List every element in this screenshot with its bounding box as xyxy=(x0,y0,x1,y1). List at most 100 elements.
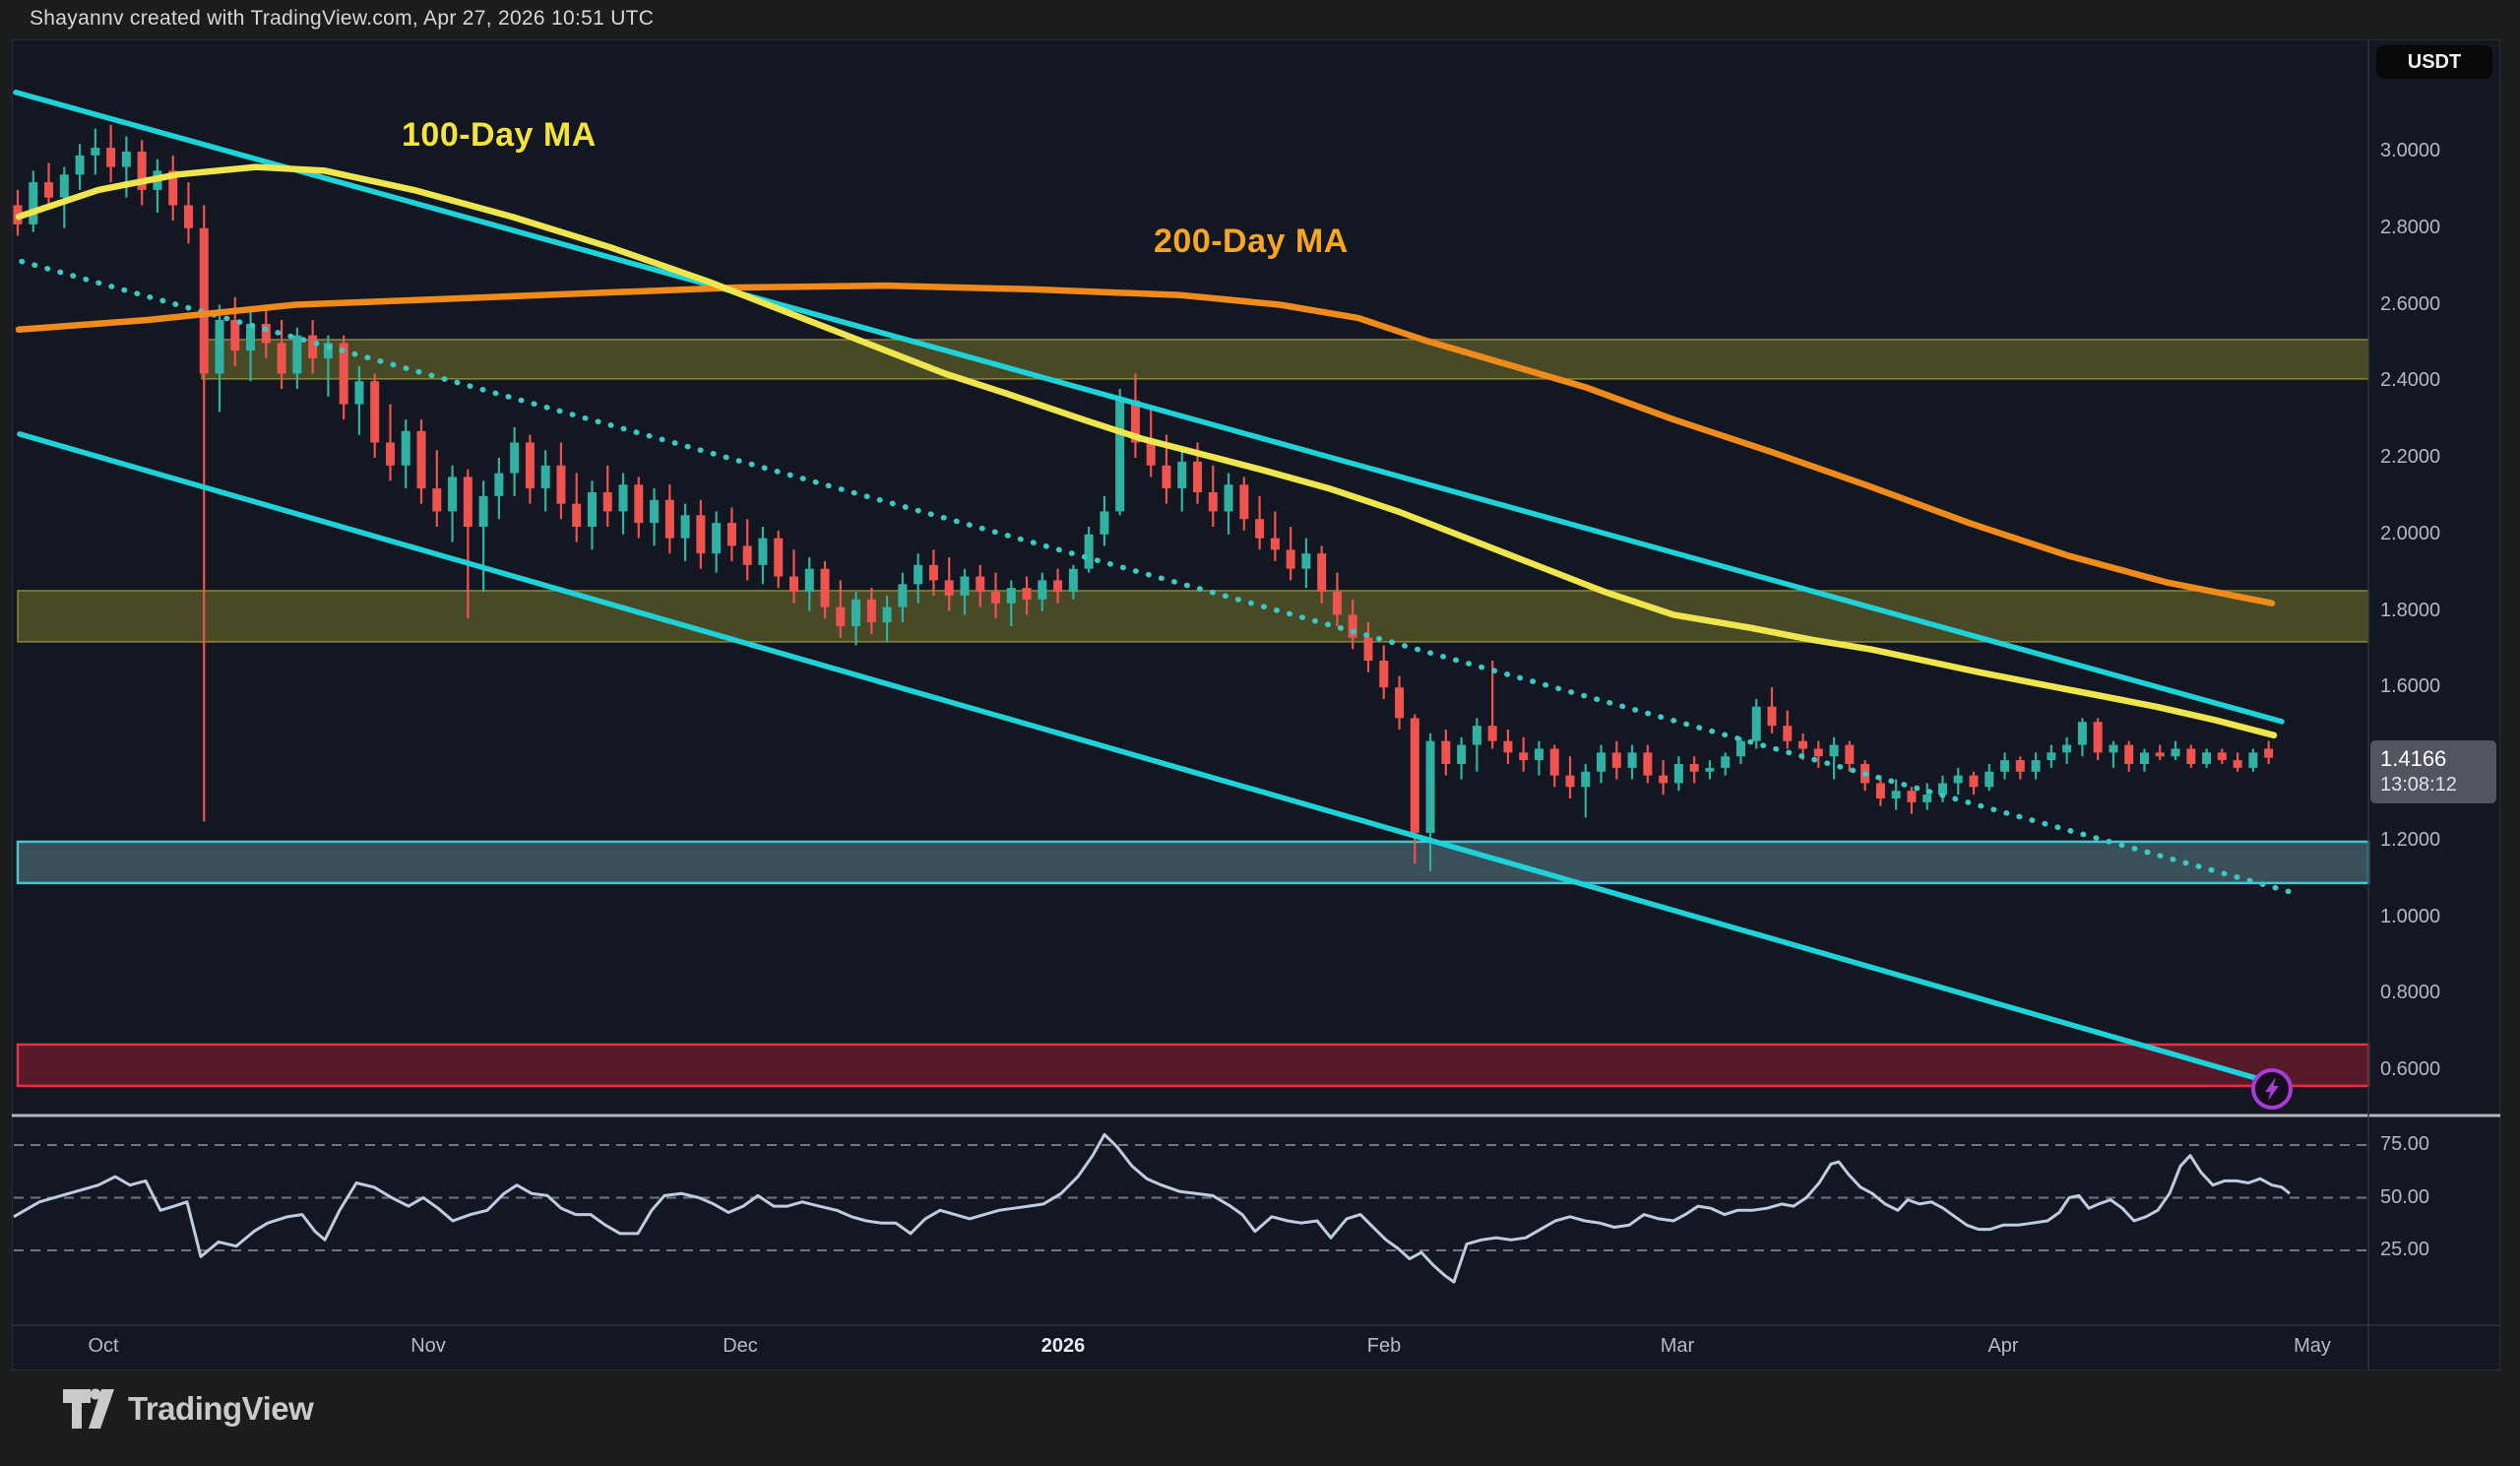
candle-body xyxy=(2062,745,2071,753)
tradingview-logo[interactable]: TradingView xyxy=(63,1386,313,1432)
credit-line: Shayannv created with TradingView.com, A… xyxy=(30,7,654,31)
rsi-tick-25.00[interactable]: 25.00 xyxy=(2380,1239,2429,1261)
candle-body xyxy=(2264,748,2273,757)
quote-currency-badge[interactable]: USDT xyxy=(2376,45,2492,79)
candle-body xyxy=(2109,745,2117,753)
candle-body xyxy=(1845,745,1854,764)
price-tick-0.6000[interactable]: 0.6000 xyxy=(2380,1058,2440,1081)
candle-body xyxy=(1612,752,1621,768)
candle-body xyxy=(1457,745,1466,764)
candle-body xyxy=(2000,760,2009,772)
price-tick-1.8000[interactable]: 1.8000 xyxy=(2380,600,2440,622)
candle-body xyxy=(2140,752,2149,764)
price-tick-1.6000[interactable]: 1.6000 xyxy=(2380,675,2440,698)
candle-body xyxy=(417,431,426,488)
candle-body xyxy=(1069,569,1078,592)
candle-body xyxy=(556,466,565,504)
candle-body xyxy=(1922,795,1931,802)
price-tick-2.0000[interactable]: 2.0000 xyxy=(2380,523,2440,545)
candle-body xyxy=(1379,661,1388,687)
candle-body xyxy=(2047,752,2055,760)
candle-body xyxy=(1566,776,1575,788)
price-tick-2.4000[interactable]: 2.4000 xyxy=(2380,369,2440,392)
candle-body xyxy=(1535,748,1544,760)
candle-body xyxy=(2094,722,2103,752)
candle-body xyxy=(1752,707,1761,741)
candle-body xyxy=(1193,462,1202,492)
price-tick-1.2000[interactable]: 1.2000 xyxy=(2380,829,2440,852)
ma200-label: 200-Day MA xyxy=(1154,223,1349,261)
time-label-Apr[interactable]: Apr xyxy=(1987,1335,2018,1358)
last-price-tag: 1.4166 13:08:12 xyxy=(2370,740,2496,803)
candle-body xyxy=(494,474,503,496)
candle-body xyxy=(1876,783,1885,798)
candle-body xyxy=(1814,748,1823,756)
candle-body xyxy=(1053,580,1062,592)
ma100-line xyxy=(19,167,2274,735)
ma100-label: 100-Day MA xyxy=(402,116,597,155)
candle-body xyxy=(1162,466,1170,488)
candle-body xyxy=(945,580,954,596)
candle-body xyxy=(1426,741,1435,833)
trendline-channel-bottom xyxy=(20,434,2274,1083)
candle-body xyxy=(1100,511,1108,534)
candle-body xyxy=(1333,592,1342,614)
candle-body xyxy=(76,156,85,174)
candle-body xyxy=(1473,726,1481,744)
candle-body xyxy=(1984,772,1993,788)
time-label-Mar[interactable]: Mar xyxy=(1661,1335,1694,1358)
price-tick-3.0000[interactable]: 3.0000 xyxy=(2380,140,2440,162)
candle-body xyxy=(526,442,535,488)
rsi-tick-75.00[interactable]: 75.00 xyxy=(2380,1133,2429,1156)
zone-resistance-2.4-2.5 xyxy=(202,340,2368,379)
candle-body xyxy=(774,539,783,577)
price-tick-2.8000[interactable]: 2.8000 xyxy=(2380,217,2440,239)
rsi-tick-50.00[interactable]: 50.00 xyxy=(2380,1186,2429,1209)
time-label-Feb[interactable]: Feb xyxy=(1367,1335,1401,1358)
candle-body xyxy=(1892,791,1901,798)
time-label-2026[interactable]: 2026 xyxy=(1041,1335,1086,1358)
candle-body xyxy=(448,477,457,511)
candle-body xyxy=(572,504,581,527)
time-label-May[interactable]: May xyxy=(2294,1335,2331,1358)
candle-body xyxy=(1007,588,1016,604)
candle-body xyxy=(106,148,115,166)
price-tick-2.6000[interactable]: 2.6000 xyxy=(2380,293,2440,316)
candle-body xyxy=(976,577,984,593)
ma200-line xyxy=(19,286,2272,604)
tradingview-logo-text: TradingView xyxy=(128,1390,313,1428)
time-label-Dec[interactable]: Dec xyxy=(723,1335,758,1358)
candle-body xyxy=(1503,741,1512,753)
candle-body xyxy=(1768,707,1777,726)
candle-body xyxy=(1830,745,1839,757)
candle-body xyxy=(370,381,379,442)
candle-body xyxy=(1954,776,1963,784)
price-tick-1.0000[interactable]: 1.0000 xyxy=(2380,906,2440,928)
candle-body xyxy=(743,545,752,564)
candle-body xyxy=(1255,519,1264,538)
candle-body xyxy=(1209,492,1218,511)
candle-body xyxy=(200,228,209,374)
candle-body xyxy=(1239,484,1248,519)
last-price-value: 1.4166 xyxy=(2380,746,2496,772)
candle-body xyxy=(1581,772,1590,788)
candle-body xyxy=(402,431,410,466)
time-label-Oct[interactable]: Oct xyxy=(88,1335,118,1358)
candle-body xyxy=(1411,718,1419,833)
candle-body xyxy=(122,152,131,167)
candle-body xyxy=(758,539,767,565)
candle-body xyxy=(2156,752,2165,756)
time-label-Nov[interactable]: Nov xyxy=(410,1335,446,1358)
candle-body xyxy=(696,515,705,553)
candle-body xyxy=(2124,745,2133,764)
price-tick-0.8000[interactable]: 0.8000 xyxy=(2380,982,2440,1004)
candle-body xyxy=(712,523,721,553)
candle-body xyxy=(1349,614,1357,637)
price-tick-2.2000[interactable]: 2.2000 xyxy=(2380,446,2440,469)
candle-body xyxy=(1271,539,1280,550)
candle-body xyxy=(1225,484,1233,511)
candle-body xyxy=(1721,756,1730,768)
rsi-line xyxy=(14,1134,2290,1282)
candle-body xyxy=(541,466,550,488)
candle-body xyxy=(1023,588,1032,600)
